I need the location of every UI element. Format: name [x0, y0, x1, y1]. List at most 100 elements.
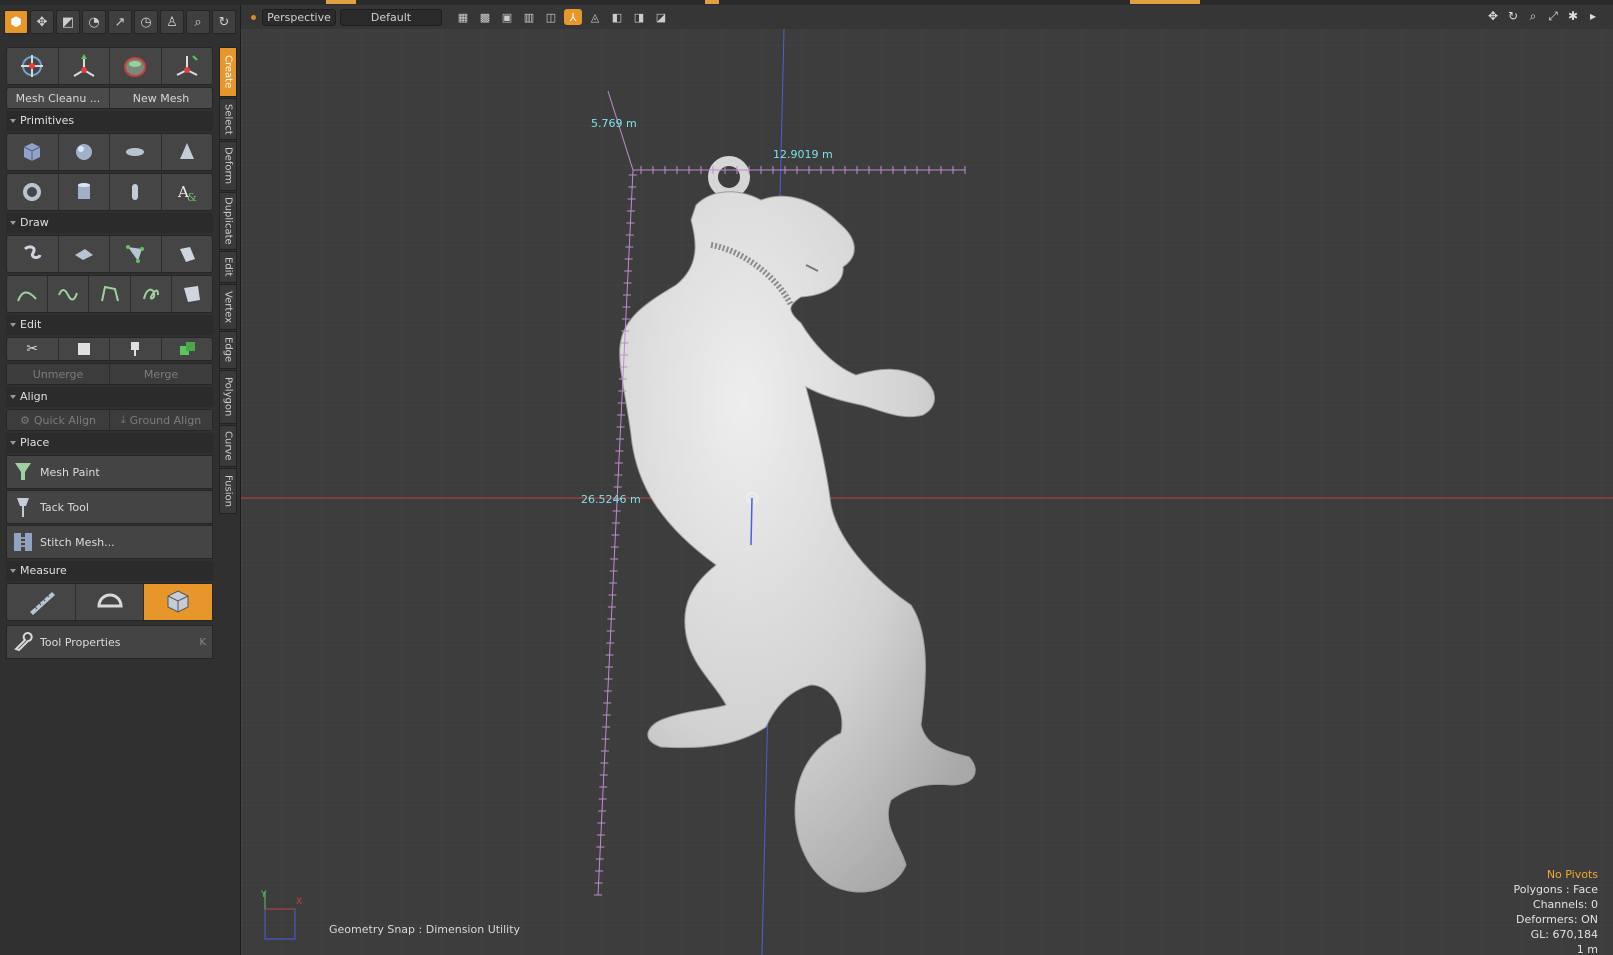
center-icon[interactable]: ✥	[30, 10, 54, 34]
stitch-icon	[10, 529, 36, 555]
component-mode-icon[interactable]: ⬢	[4, 10, 28, 34]
status-gl: GL: 670,184	[1530, 928, 1598, 941]
polygon-draw-icon[interactable]	[110, 236, 162, 272]
new-mesh-button[interactable]: New Mesh	[110, 88, 212, 108]
curve-plane-icon[interactable]	[59, 236, 110, 272]
primitives-row-1	[6, 133, 213, 171]
element-move-icon[interactable]	[110, 48, 162, 84]
create-tool-column: Mesh Cleanu ... New Mesh Primitives A & D…	[6, 47, 213, 660]
action-center-icon[interactable]: ◔	[82, 10, 106, 34]
copy-icon[interactable]	[59, 338, 110, 360]
tab-create[interactable]: Create	[219, 47, 237, 97]
merge-button[interactable]: Merge	[110, 364, 212, 384]
workplane-icon[interactable]	[162, 48, 213, 84]
status-deformers: Deformers: ON	[1516, 913, 1598, 926]
pivot-icon[interactable]: ◩	[56, 10, 80, 34]
pan-icon[interactable]: ✥	[1485, 8, 1501, 24]
dimension-utility-icon[interactable]	[144, 584, 213, 620]
workplane-toggle-icon[interactable]: ⅄	[564, 9, 582, 25]
unmerge-button[interactable]: Unmerge	[7, 364, 110, 384]
pen-icon[interactable]	[7, 236, 59, 272]
menu-arrow-icon[interactable]: ▸	[1585, 8, 1601, 24]
menu-marker	[326, 0, 356, 4]
tube-icon[interactable]	[110, 174, 162, 210]
tab-select[interactable]: Select	[219, 98, 237, 140]
shade-icon[interactable]: ◬	[586, 9, 604, 25]
section-primitives[interactable]: Primitives	[6, 111, 213, 131]
tab-edge[interactable]: Edge	[219, 331, 237, 369]
cut-icon[interactable]: ✂	[7, 338, 59, 360]
ruler-icon[interactable]	[7, 584, 76, 620]
tab-fusion[interactable]: Fusion	[219, 468, 237, 514]
paste-icon[interactable]	[110, 338, 162, 360]
tool-properties-row[interactable]: Tool Properties K	[6, 625, 213, 659]
tab-polygon[interactable]: Polygon	[219, 370, 237, 424]
duplicate-icon[interactable]	[162, 338, 213, 360]
protractor-icon[interactable]	[76, 584, 145, 620]
mesh-paint-tool[interactable]: Mesh Paint	[6, 455, 213, 489]
section-draw[interactable]: Draw	[6, 213, 213, 233]
clock-icon[interactable]: ◷	[134, 10, 158, 34]
cylinder-icon[interactable]	[59, 174, 110, 210]
wire-icon[interactable]: ▣	[498, 9, 516, 25]
symmetry-icon[interactable]: ◨	[630, 9, 648, 25]
tab-curve[interactable]: Curve	[219, 425, 237, 467]
move-icon[interactable]	[59, 48, 110, 84]
shading-dropdown[interactable]: Default	[340, 8, 442, 26]
tab-duplicate[interactable]: Duplicate	[219, 192, 237, 250]
draw-row-1	[6, 235, 213, 273]
mesh-paint-label: Mesh Paint	[40, 465, 100, 479]
transform-icon[interactable]	[7, 48, 59, 84]
3d-viewport[interactable]: Y X Perspective Default ▦ ▩ ▣ ▥ ◫ ⅄ ◬ ◧ …	[241, 5, 1613, 955]
bspline-icon[interactable]	[89, 276, 131, 312]
tab-edge-label: Edge	[222, 337, 234, 363]
measure-label-width: 12.9019 m	[773, 148, 833, 161]
stamp-icon[interactable]: ♙	[160, 10, 184, 34]
rotate-icon[interactable]: ↻	[1505, 8, 1521, 24]
zoom-icon[interactable]: ⌕	[1525, 8, 1541, 24]
tab-duplicate-label: Duplicate	[222, 197, 234, 245]
section-edit[interactable]: Edit	[6, 315, 213, 335]
section-measure[interactable]: Measure	[6, 561, 213, 581]
grid-icon[interactable]: ▦	[454, 9, 472, 25]
cone-icon[interactable]	[162, 134, 213, 170]
curve-icon[interactable]	[7, 276, 49, 312]
falloff-icon[interactable]: ↗	[108, 10, 132, 34]
status-scale: 1 m	[1576, 943, 1598, 955]
section-align[interactable]: Align	[6, 387, 213, 407]
ground-align-icon: ⤓	[120, 413, 126, 426]
tack-tool[interactable]: Tack Tool	[6, 490, 213, 524]
tab-edit[interactable]: Edit	[219, 251, 237, 283]
gear-icon[interactable]: ✱	[1565, 8, 1581, 24]
primitives-row-2: A &	[6, 173, 213, 211]
sphere-icon[interactable]	[59, 134, 110, 170]
patch-icon[interactable]	[172, 276, 212, 312]
sketch-curve-icon[interactable]	[131, 276, 172, 312]
capsule-icon[interactable]	[110, 134, 162, 170]
cube-icon[interactable]	[7, 134, 59, 170]
hatch-icon[interactable]: ▥	[520, 9, 538, 25]
box-icon[interactable]: ◫	[542, 9, 560, 25]
bezier-icon[interactable]	[48, 276, 90, 312]
mirror-icon[interactable]: ◧	[608, 9, 626, 25]
snap-icon[interactable]: ◪	[652, 9, 670, 25]
stitch-mesh-tool[interactable]: Stitch Mesh...	[6, 525, 213, 559]
quick-align-icon: ⚙	[19, 413, 30, 427]
text-icon[interactable]: A &	[162, 174, 213, 210]
search-icon[interactable]: ⌕	[186, 10, 210, 34]
ground-align-button[interactable]: ⤓ Ground Align	[110, 410, 212, 430]
tab-deform[interactable]: Deform	[219, 141, 237, 191]
layout-icon[interactable]: ▩	[476, 9, 494, 25]
sketch-extrude-icon[interactable]	[162, 236, 213, 272]
view-mode-dropdown[interactable]: Perspective	[262, 8, 336, 26]
refresh-icon[interactable]: ↻	[212, 10, 236, 34]
stitch-mesh-label: Stitch Mesh...	[40, 535, 115, 549]
draw-row-2	[6, 275, 213, 313]
tab-vertex[interactable]: Vertex	[219, 284, 237, 330]
torus-icon[interactable]	[7, 174, 59, 210]
maximize-icon[interactable]: ⤢	[1545, 8, 1561, 24]
section-place[interactable]: Place	[6, 433, 213, 453]
mesh-cleanup-button[interactable]: Mesh Cleanu ...	[7, 88, 110, 108]
quick-align-button[interactable]: ⚙ Quick Align	[7, 410, 110, 430]
mesh-buttons-row: Mesh Cleanu ... New Mesh	[6, 87, 213, 109]
